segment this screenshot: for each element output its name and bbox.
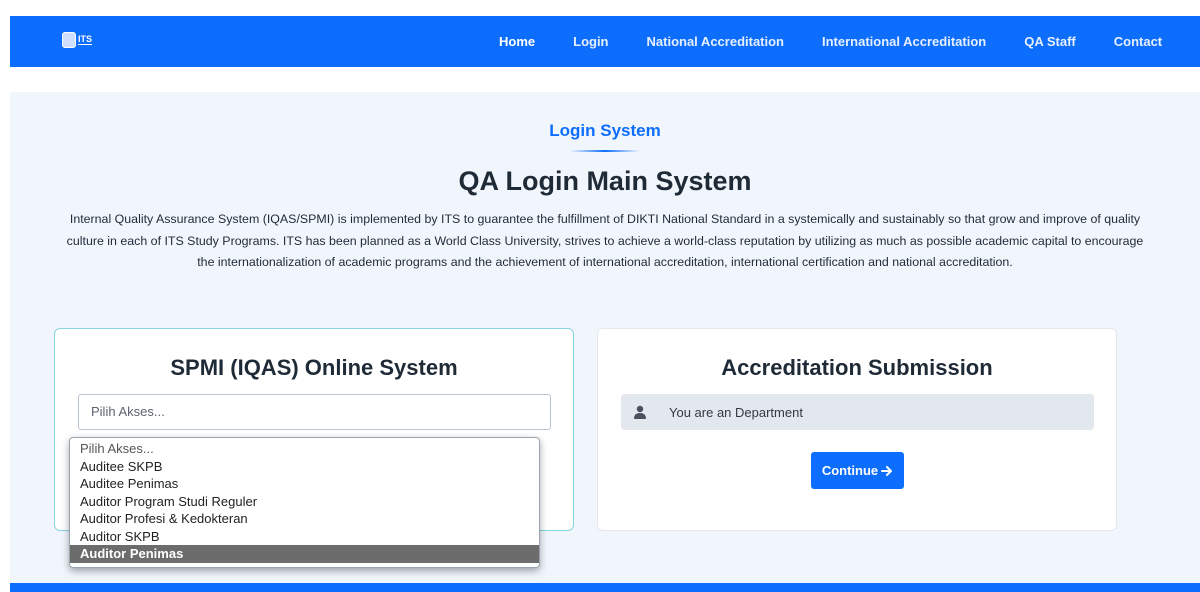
- top-navbar: ITS Home Login National Accreditation In…: [10, 16, 1200, 67]
- its-logo[interactable]: ITS: [62, 29, 114, 51]
- dropdown-option-auditor-profesi-kedokteran[interactable]: Auditor Profesi & Kedokteran: [70, 510, 539, 528]
- access-dropdown-list: Pilih Akses... Auditee SKPB Auditee Peni…: [69, 437, 540, 568]
- footer-bar: [10, 583, 1200, 592]
- dropdown-option-auditor-prodi-reguler[interactable]: Auditor Program Studi Reguler: [70, 493, 539, 511]
- arrow-right-icon: [881, 465, 893, 476]
- spmi-card-title: SPMI (IQAS) Online System: [170, 355, 458, 380]
- nav-item-home[interactable]: Home: [480, 34, 554, 49]
- department-field[interactable]: You are an Department: [621, 394, 1094, 430]
- logo-text: ITS: [78, 34, 93, 45]
- access-select[interactable]: Pilih Akses...: [78, 394, 551, 430]
- page-title: QA Login Main System: [458, 166, 752, 196]
- dropdown-option-auditor-skpb[interactable]: Auditor SKPB: [70, 528, 539, 546]
- section-underline: [570, 150, 640, 152]
- continue-label: Continue: [821, 463, 879, 478]
- dropdown-option-auditee-skpb[interactable]: Auditee SKPB: [70, 458, 539, 476]
- accreditation-card-title: Accreditation Submission: [721, 355, 993, 380]
- dropdown-option-pilih-akses[interactable]: Pilih Akses...: [70, 440, 539, 458]
- nav-menu: Home Login National Accreditation Intern…: [480, 16, 1181, 67]
- accreditation-card: Accreditation Submission You are an Depa…: [597, 328, 1117, 531]
- nav-item-international-accreditation[interactable]: International Accreditation: [803, 34, 1005, 49]
- dropdown-option-auditee-penimas[interactable]: Auditee Penimas: [70, 475, 539, 493]
- nav-item-contact[interactable]: Contact: [1095, 34, 1181, 49]
- section-label: Login System: [549, 121, 661, 140]
- user-icon: [634, 405, 646, 419]
- intro-paragraph: Internal Quality Assurance System (IQAS/…: [66, 212, 1144, 269]
- nav-item-qa-staff[interactable]: QA Staff: [1005, 34, 1095, 49]
- continue-button[interactable]: Continue: [811, 452, 904, 489]
- nav-item-national-accreditation[interactable]: National Accreditation: [628, 34, 803, 49]
- dropdown-option-auditor-penimas[interactable]: Auditor Penimas: [70, 545, 539, 563]
- department-text: You are an Department: [669, 404, 803, 420]
- its-seal-icon: [62, 32, 76, 48]
- nav-item-login[interactable]: Login: [554, 34, 627, 49]
